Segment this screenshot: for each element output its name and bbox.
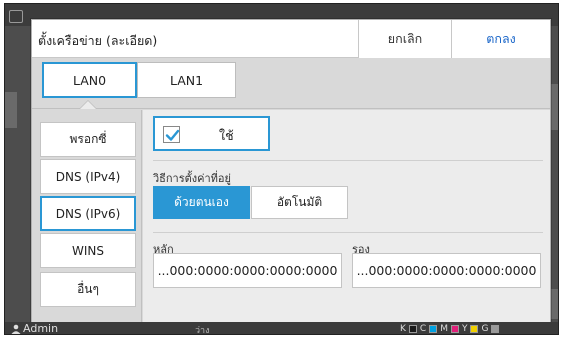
toner-g-letter: G	[481, 324, 489, 334]
use-label: ใช้	[219, 128, 234, 143]
secondary-dns-field[interactable]: ...000:0000:0000:0000:0000	[352, 253, 541, 288]
primary-dns-field[interactable]: ...000:0000:0000:0000:0000	[153, 253, 342, 288]
toner-k-bar	[408, 325, 417, 333]
divider	[153, 232, 543, 233]
dialog-header: ตั้งเครือข่าย (ละเอียด) ยกเลิก ตกลง	[32, 20, 550, 58]
ok-button[interactable]: ตกลง	[451, 20, 550, 58]
user-name: Admin	[23, 322, 59, 335]
checkmark-icon	[165, 129, 180, 141]
toner-k-letter: K	[400, 324, 406, 334]
settings-nav: พรอกซี่ DNS (IPv4) DNS (IPv6) WINS อื่นๆ	[32, 110, 142, 324]
divider	[153, 160, 543, 161]
toner-g-bar	[491, 325, 500, 333]
lan-tab-bar: LAN0 LAN1	[32, 58, 550, 109]
use-checkbox[interactable]	[163, 126, 180, 143]
nav-proxy[interactable]: พรอกซี่	[40, 122, 136, 157]
toner-c-bar	[429, 325, 438, 333]
status-bar: Admin ว่าง K C M Y G	[5, 322, 558, 335]
toner-c-letter: C	[419, 324, 427, 334]
use-toggle[interactable]: ใช้	[153, 116, 270, 151]
address-method-label: วิธีการตั้งค่าที่อยู่	[153, 172, 231, 185]
tab-lan1[interactable]: LAN1	[137, 62, 236, 98]
method-auto-button[interactable]: อัตโนมัติ	[251, 186, 348, 219]
network-settings-dialog: ตั้งเครือข่าย (ละเอียด) ยกเลิก ตกลง LAN0…	[31, 19, 551, 325]
nav-wins[interactable]: WINS	[40, 233, 136, 268]
device-screen: ตั้งเครือข่าย (ละเอียด) ยกเลิก ตกลง LAN0…	[4, 3, 559, 335]
toner-m-bar	[450, 325, 459, 333]
dialog-title: ตั้งเครือข่าย (ละเอียด)	[38, 33, 158, 48]
nav-dns-ipv6[interactable]: DNS (IPv6)	[40, 196, 136, 231]
tab-pointer	[80, 101, 96, 109]
tab-lan0[interactable]: LAN0	[42, 62, 137, 98]
toner-levels: K C M Y G	[400, 324, 500, 334]
cancel-button[interactable]: ยกเลิก	[358, 20, 451, 58]
user-icon	[11, 324, 21, 334]
toner-y-bar	[470, 325, 479, 333]
background-left-panel	[5, 92, 17, 128]
nav-dns-ipv4[interactable]: DNS (IPv4)	[40, 159, 136, 194]
toner-y-letter: Y	[461, 324, 468, 334]
dns-ipv6-panel: ใช้ วิธีการตั้งค่าที่อยู่ ด้วยตนเอง อัตโ…	[143, 110, 550, 324]
method-manual-button[interactable]: ด้วยตนเอง	[153, 186, 250, 219]
nav-other[interactable]: อื่นๆ	[40, 272, 136, 307]
home-icon	[9, 10, 23, 23]
toner-m-letter: M	[440, 324, 448, 334]
device-status: ว่าง	[195, 326, 210, 335]
